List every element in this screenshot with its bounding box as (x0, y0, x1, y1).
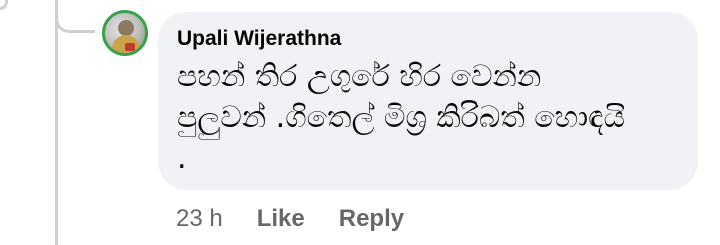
comment-text: පහන් තිර උගුරේ හිර වෙන්න පුලුවන් .ගිතෙල්… (177, 59, 626, 176)
comment-actions: 23 h Like Reply (176, 201, 438, 237)
avatar[interactable] (102, 10, 148, 56)
parent-thread-connector (0, 0, 8, 10)
reply-connector-elbow (55, 0, 95, 33)
like-button[interactable]: Like (257, 205, 305, 233)
avatar-head (118, 20, 134, 36)
thread-connector-line (55, 0, 58, 245)
avatar-badge (125, 43, 135, 51)
comment-timestamp[interactable]: 23 h (176, 205, 223, 233)
reply-button[interactable]: Reply (339, 205, 404, 233)
comment-author-name[interactable]: Upali Wijerathna (177, 27, 341, 51)
comment-bubble: Upali Wijerathna පහන් තිර උගුරේ හිර වෙන්… (158, 12, 698, 190)
